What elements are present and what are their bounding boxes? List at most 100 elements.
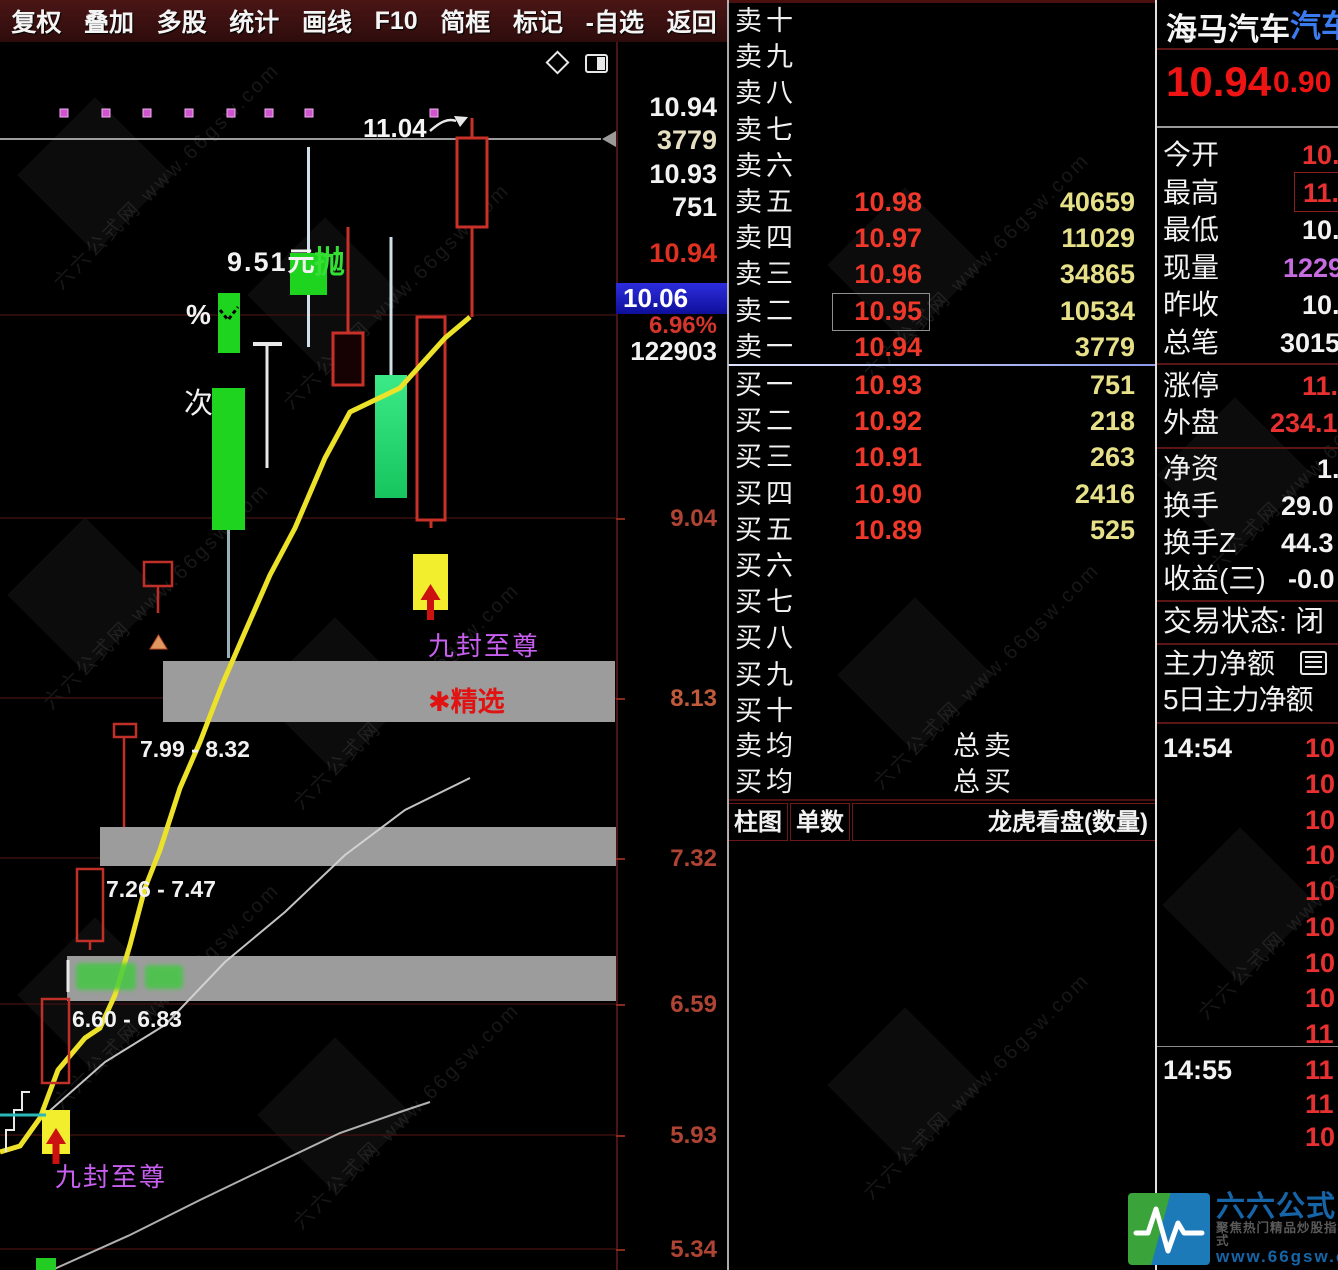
row-label: 卖七 [735, 112, 797, 148]
menu-item-简框[interactable]: 简框 [440, 3, 490, 39]
menu-item-画线[interactable]: 画线 [302, 3, 352, 39]
sell-row-7[interactable]: 卖七 [728, 112, 1157, 148]
tick-price: 10 [1305, 802, 1335, 838]
stat-value: 10. [1302, 287, 1338, 323]
tick-price: 10 [1305, 909, 1335, 945]
sell-row-9[interactable]: 卖九 [728, 39, 1157, 75]
candlestick-chart[interactable]: 11.049.51元抛%次九封至尊✱精选7.99 - 8.327.26 - 7.… [0, 42, 618, 1270]
sector-tag: 汽车 [1290, 1, 1338, 46]
buy-row-2[interactable]: 买二10.92218 [728, 403, 1157, 439]
dotted-line-dot [143, 109, 151, 117]
tick-price: 10 [1305, 766, 1335, 802]
main-force-net-5d[interactable]: 5日主力净额 [1157, 682, 1338, 718]
buy-row-5[interactable]: 买五10.89525 [728, 512, 1157, 548]
tick-price: 10 [1305, 837, 1335, 873]
stock-name: 海马汽车 [1166, 4, 1290, 49]
sell-row-4[interactable]: 卖四10.9711029 [728, 220, 1157, 256]
stat-label: 总笔 [1163, 325, 1219, 361]
buy-row-9[interactable]: 买九 [728, 657, 1157, 693]
sell-row-6[interactable]: 卖六 [728, 148, 1157, 184]
menu-item-标记[interactable]: 标记 [513, 3, 563, 39]
row-total-label: 总买 [953, 764, 1015, 800]
row-volume: 34865 [1060, 256, 1135, 292]
row-label: 卖一 [735, 329, 797, 365]
menu-item-叠加[interactable]: 叠加 [84, 3, 134, 39]
menu-item-返回[interactable]: 返回 [667, 3, 717, 39]
row-price: 10.94 [854, 329, 922, 365]
row-label: 买六 [735, 548, 797, 584]
high-value-box [1294, 172, 1338, 212]
row-volume: 11029 [1061, 220, 1135, 256]
sell-row-8[interactable]: 卖八 [728, 75, 1157, 111]
blurred-green-text [145, 965, 183, 989]
stat-value: 1229 [1283, 250, 1338, 286]
sell-row-3[interactable]: 卖三10.9634865 [728, 256, 1157, 292]
row-price: 10.89 [854, 512, 922, 548]
stat-row-净资: 净资1. [1157, 451, 1338, 487]
stat-row-换手: 换手29.0 [1157, 488, 1338, 524]
tab-柱图[interactable]: 柱图 [728, 803, 788, 841]
tab-单数[interactable]: 单数 [790, 803, 850, 841]
trading-status: 交易状态: 闭 [1157, 604, 1338, 640]
scale-label: 6.59 [670, 991, 717, 1019]
sell-row-10[interactable]: 卖十 [728, 3, 1157, 39]
tick-price: 10 [1305, 945, 1335, 981]
logo-title: 六六公式网 [1216, 1192, 1338, 1222]
buy-row-4[interactable]: 买四10.902416 [728, 476, 1157, 512]
buy-row-3[interactable]: 买三10.91263 [728, 439, 1157, 475]
row-label: 买一 [735, 367, 797, 403]
stat-label: 净资 [1163, 451, 1219, 487]
dotted-line-dot [430, 109, 438, 117]
buy-row-1[interactable]: 买一10.93751 [728, 367, 1157, 403]
list-icon[interactable] [1300, 651, 1327, 675]
diamond-icon[interactable] [547, 52, 568, 73]
trade-tick-row: 10 [1157, 980, 1338, 1016]
buy-row-7[interactable]: 买七 [728, 584, 1157, 620]
scale-label: 10.94 [649, 238, 717, 269]
scale-label: 5.34 [670, 1236, 717, 1264]
stat-value: 29.0 [1281, 488, 1334, 524]
row-label: 买七 [735, 584, 797, 620]
buy-row-6[interactable]: 买六 [728, 548, 1157, 584]
micro-candle-steps [6, 1092, 30, 1152]
row-volume: 525 [1090, 512, 1135, 548]
menu-item-F10[interactable]: F10 [375, 7, 418, 36]
menu-item--自选[interactable]: -自选 [586, 3, 644, 39]
resistance-band [100, 827, 618, 866]
divider [1157, 126, 1338, 128]
scale-tick [616, 518, 625, 520]
row-label: 卖均 [735, 728, 797, 764]
price-range-box [114, 724, 136, 737]
scale-tick [616, 698, 625, 700]
avg-row[interactable]: 买均总买 [728, 764, 1157, 800]
ci-label: 次 [184, 387, 213, 420]
sell-row-2[interactable]: 卖二10.9510534 [728, 293, 1157, 329]
range-label-1: 7.99 - 8.32 [140, 736, 250, 762]
sell-row-5[interactable]: 卖五10.9840659 [728, 184, 1157, 220]
row-label: 买二 [735, 403, 797, 439]
stat-label: 最高 [1163, 175, 1219, 211]
buy-row-10[interactable]: 买十 [728, 693, 1157, 729]
row-label: 买十 [735, 693, 797, 729]
menu-item-多股[interactable]: 多股 [157, 3, 207, 39]
menu-item-统计[interactable]: 统计 [229, 3, 279, 39]
split-screen-icon[interactable] [586, 55, 607, 72]
book-tab-bar: 柱图单数龙虎看盘(数量) [728, 803, 1157, 843]
avg-row[interactable]: 卖均总卖 [728, 728, 1157, 764]
scale-label: 7.32 [670, 845, 717, 873]
menu-item-复权[interactable]: 复权 [11, 3, 61, 39]
chart-corner-icons [540, 50, 615, 80]
candle-body [212, 388, 245, 530]
scale-tick [616, 1249, 625, 1251]
logo-url[interactable]: www.66gsw.com [1216, 1248, 1338, 1266]
stat-label: 涨停 [1163, 368, 1219, 404]
trade-tick-row: 10 [1157, 802, 1338, 838]
tab-龙虎看盘(数量)[interactable]: 龙虎看盘(数量) [852, 803, 1157, 841]
divider [1157, 643, 1338, 645]
tick-price: 10 [1305, 1119, 1335, 1155]
row-volume: 218 [1090, 403, 1135, 439]
stock-info-panel: 海马汽车 汽车 10.94 0.90 今开10.最高11.最低10.现量1229… [1157, 0, 1338, 1270]
buy-row-8[interactable]: 买八 [728, 620, 1157, 656]
sell-row-1[interactable]: 卖一10.943779 [728, 329, 1157, 365]
divider [1157, 447, 1338, 449]
